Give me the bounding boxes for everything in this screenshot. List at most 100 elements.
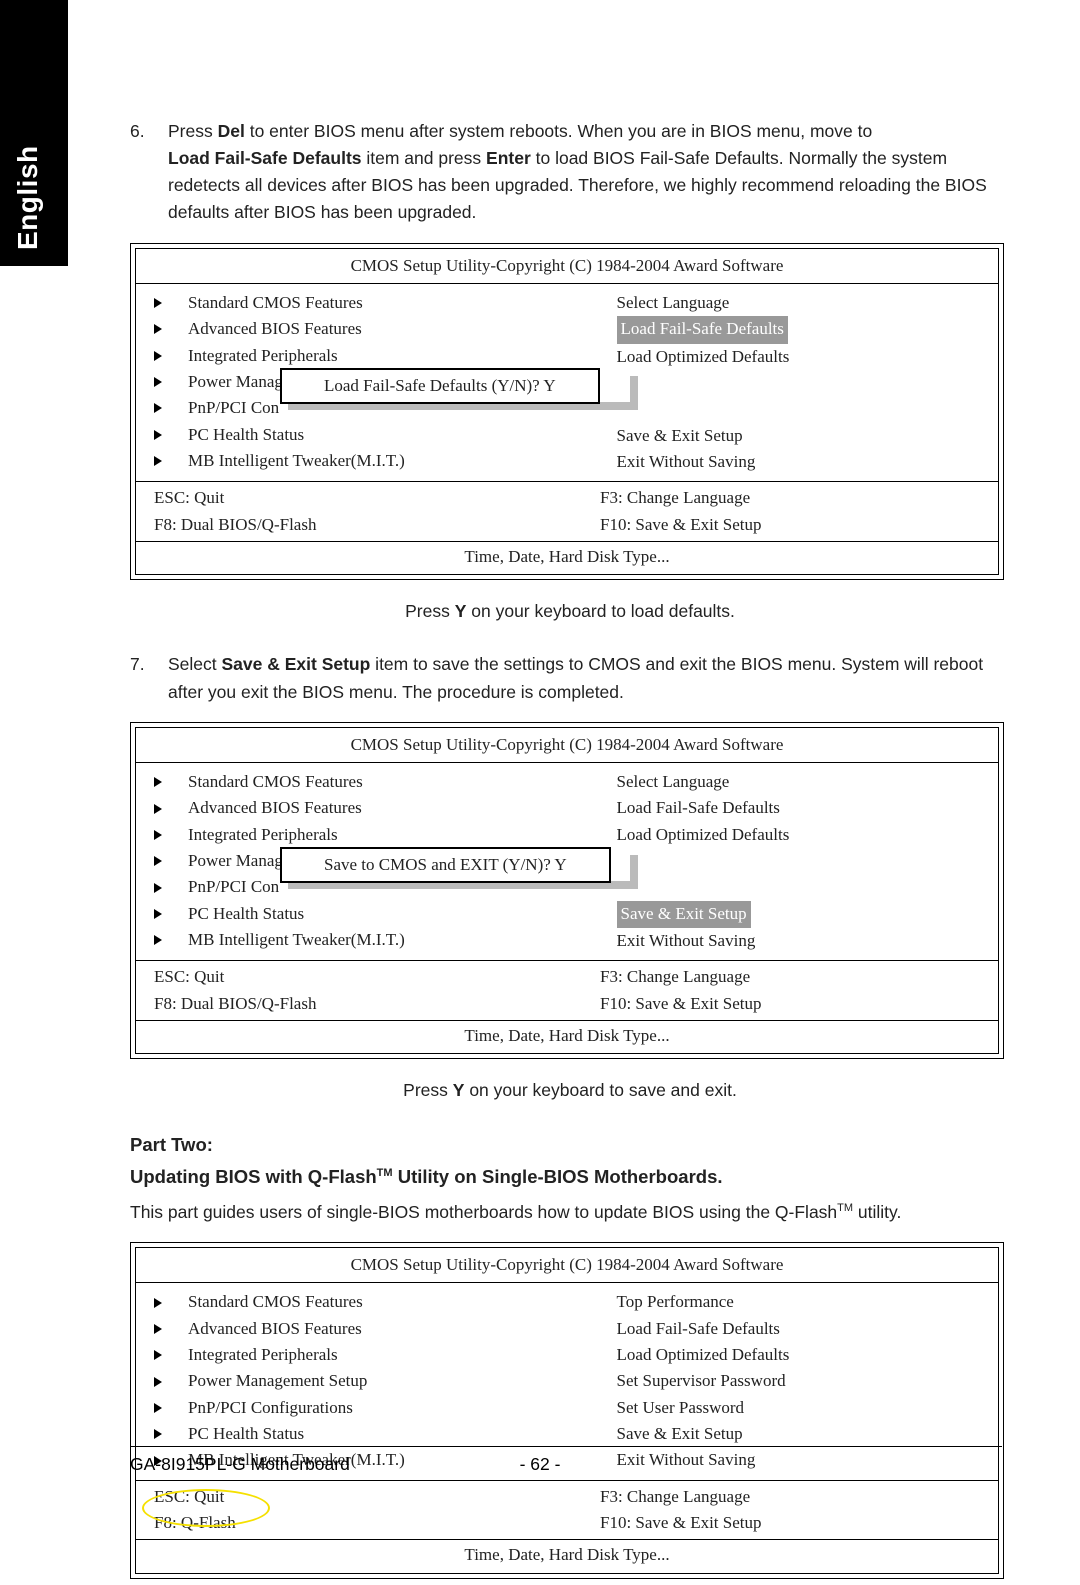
menu-item[interactable]: MB Intelligent Tweaker(M.I.T.) <box>154 448 617 474</box>
menu-item[interactable]: Exit Without Saving <box>617 449 980 475</box>
step-text: Press Del to enter BIOS menu after syste… <box>168 118 1010 227</box>
bios-popup-save-exit[interactable]: Save to CMOS and EXIT (Y/N)? Y <box>280 847 611 883</box>
menu-item-selected[interactable]: Load Fail-Safe Defaults <box>617 316 980 343</box>
label: MB Intelligent Tweaker(M.I.T.) <box>188 927 405 953</box>
step-text: Select Save & Exit Setup item to save th… <box>168 651 1010 705</box>
label: Load Fail-Safe Defaults <box>617 316 788 343</box>
t: item and press <box>362 148 487 168</box>
part-two-intro: This part guides users of single-BIOS mo… <box>130 1199 1010 1226</box>
triangle-icon <box>154 883 162 893</box>
key-y: Y <box>455 601 467 621</box>
step-7: 7. Select Save & Exit Setup item to save… <box>130 651 1010 705</box>
caption-save-exit: Press Y on your keyboard to save and exi… <box>130 1077 1010 1104</box>
menu-item[interactable]: PC Health Status <box>154 422 617 448</box>
menu-item[interactable]: Load Fail-Safe Defaults <box>617 795 980 821</box>
menu-item[interactable]: PC Health Status <box>154 1421 617 1447</box>
menu-item[interactable]: PnP/PCI Configurations <box>154 1395 617 1421</box>
menu-item[interactable]: Standard CMOS Features <box>154 290 617 316</box>
bios-popup-load-defaults[interactable]: Load Fail-Safe Defaults (Y/N)? Y <box>280 368 600 404</box>
hint-esc: ESC: Quit <box>154 1484 534 1510</box>
hint-f10: F10: Save & Exit Setup <box>600 991 980 1017</box>
step-list: 7. Select Save & Exit Setup item to save… <box>130 651 1010 705</box>
bios-body: Standard CMOS Features Advanced BIOS Fea… <box>136 1283 998 1479</box>
triangle-icon <box>154 935 162 945</box>
label: PnP/PCI Configurations <box>188 1395 353 1421</box>
heading-part-two: Part Two: <box>130 1131 1010 1160</box>
label: Integrated Peripherals <box>188 822 338 848</box>
bios-screen-1: CMOS Setup Utility-Copyright (C) 1984-20… <box>130 243 1004 581</box>
menu-item[interactable]: Advanced BIOS Features <box>154 316 617 342</box>
label: Advanced BIOS Features <box>188 1316 362 1342</box>
hint-f10: F10: Save & Exit Setup <box>600 1510 980 1536</box>
label: Select Language <box>617 293 730 312</box>
triangle-icon <box>154 403 162 413</box>
hint-f8: F8: Dual BIOS/Q-Flash <box>154 991 534 1017</box>
footer-rule <box>130 1446 1002 1447</box>
menu-item[interactable]: Integrated Peripherals <box>154 1342 617 1368</box>
menu-item[interactable]: Exit Without Saving <box>617 928 980 954</box>
label: Load Optimized Defaults <box>617 825 790 844</box>
menu-item[interactable]: PC Health Status <box>154 901 617 927</box>
t: Select <box>168 654 222 674</box>
key-del: Del <box>218 121 250 141</box>
menu-item[interactable]: MB Intelligent Tweaker(M.I.T.) <box>154 927 617 953</box>
menu-item[interactable]: Top Performance <box>617 1289 980 1315</box>
triangle-icon <box>154 830 162 840</box>
menu-item[interactable]: Set Supervisor Password <box>617 1368 980 1394</box>
tm-mark: TM <box>837 1202 853 1214</box>
menu-item[interactable]: Load Optimized Defaults <box>617 344 980 370</box>
triangle-icon <box>154 377 162 387</box>
menu-item[interactable]: Set User Password <box>617 1395 980 1421</box>
menu-item[interactable]: Power Management Setup <box>154 1368 617 1394</box>
label: Set User Password <box>617 1398 745 1417</box>
label: PnP/PCI Con <box>188 874 279 900</box>
label: Top Performance <box>617 1292 734 1311</box>
label: PC Health Status <box>188 1421 304 1447</box>
menu-item[interactable]: Integrated Peripherals <box>154 822 617 848</box>
label: Load Fail-Safe Defaults <box>617 798 780 817</box>
t: Updating BIOS with Q-Flash <box>130 1166 377 1187</box>
label: Select Language <box>617 772 730 791</box>
bios-title: CMOS Setup Utility-Copyright (C) 1984-20… <box>136 1248 998 1283</box>
step-6: 6. Press Del to enter BIOS menu after sy… <box>130 118 1010 227</box>
hint-f8: F8: Dual BIOS/Q-Flash <box>154 512 534 538</box>
t: Press <box>405 601 455 621</box>
caption-load-defaults: Press Y on your keyboard to load default… <box>130 598 1010 625</box>
hint-esc: ESC: Quit <box>154 964 534 990</box>
triangle-icon <box>154 1429 162 1439</box>
menu-item[interactable]: Advanced BIOS Features <box>154 1316 617 1342</box>
menu-item[interactable]: Load Fail-Safe Defaults <box>617 1316 980 1342</box>
bios-help-line: Time, Date, Hard Disk Type... <box>136 541 998 574</box>
triangle-icon <box>154 1377 162 1387</box>
hint-f3: F3: Change Language <box>600 485 980 511</box>
menu-item-selected[interactable]: Save & Exit Setup <box>617 901 980 928</box>
menu-item[interactable]: Save & Exit Setup <box>617 1421 980 1447</box>
menu-item[interactable]: Load Optimized Defaults <box>617 822 980 848</box>
hint-f3: F3: Change Language <box>600 1484 980 1510</box>
key-enter: Enter <box>486 148 531 168</box>
menu-item[interactable]: Advanced BIOS Features <box>154 795 617 821</box>
label: Integrated Peripherals <box>188 1342 338 1368</box>
label: Standard CMOS Features <box>188 769 363 795</box>
menu-item[interactable]: Load Optimized Defaults <box>617 1342 980 1368</box>
item-save-exit: Save & Exit Setup <box>222 654 371 674</box>
menu-item[interactable]: Save & Exit Setup <box>617 423 980 449</box>
label: PC Health Status <box>188 422 304 448</box>
step-number: 6. <box>130 118 168 227</box>
label: Integrated Peripherals <box>188 343 338 369</box>
menu-item[interactable]: Select Language <box>617 290 980 316</box>
hint-f3: F3: Change Language <box>600 964 980 990</box>
menu-item[interactable]: Integrated Peripherals <box>154 343 617 369</box>
bios-inner: CMOS Setup Utility-Copyright (C) 1984-20… <box>135 248 999 576</box>
menu-item[interactable]: Standard CMOS Features <box>154 769 617 795</box>
menu-item[interactable]: Select Language <box>617 769 980 795</box>
menu-item[interactable]: Standard CMOS Features <box>154 1289 617 1315</box>
triangle-icon <box>154 430 162 440</box>
popup-text: Load Fail-Safe Defaults (Y/N)? Y <box>324 376 556 395</box>
bios-body: Standard CMOS Features Advanced BIOS Fea… <box>136 763 998 960</box>
bios-inner: CMOS Setup Utility-Copyright (C) 1984-20… <box>135 727 999 1055</box>
bios-key-hints: ESC: Quit F8: Q-Flash F3: Change Languag… <box>136 1480 998 1540</box>
triangle-icon <box>154 1324 162 1334</box>
triangle-icon <box>154 909 162 919</box>
label: Set Supervisor Password <box>617 1371 786 1390</box>
